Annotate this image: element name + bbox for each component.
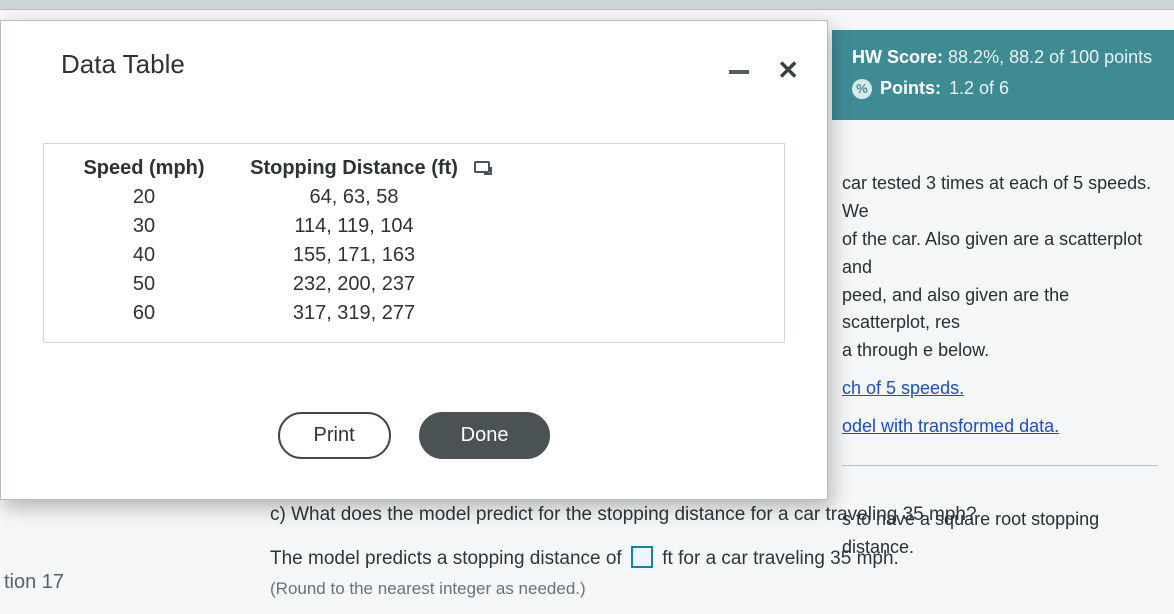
table-row: 30 114, 119, 104 (64, 212, 764, 241)
table-header-row: Speed (mph) Stopping Distance (ft) (64, 154, 764, 183)
question-area: c) What does the model predict for the s… (270, 500, 1164, 602)
cell-distance: 232, 200, 237 (224, 273, 484, 296)
cell-distance: 155, 171, 163 (224, 244, 484, 267)
cell-speed: 30 (64, 215, 224, 238)
table-row: 60 317, 319, 277 (64, 299, 764, 328)
points-value: 1.2 of 6 (949, 75, 1009, 102)
problem-fragment: a through e below. (842, 337, 1158, 365)
table-row: 50 232, 200, 237 (64, 270, 764, 299)
points-label: Points: (880, 75, 941, 102)
points-icon: % (852, 79, 872, 99)
answer-input-blank[interactable] (631, 546, 653, 568)
answer-text-after: ft for a car traveling 35 mph. (662, 548, 899, 569)
divider (842, 465, 1158, 466)
close-button[interactable]: ✕ (777, 55, 799, 86)
problem-fragment: of the car. Also given are a scatterplot… (842, 226, 1158, 282)
score-panel: HW Score: 88.2%, 88.2 of 100 points % Po… (832, 30, 1174, 120)
print-button[interactable]: Print (278, 412, 391, 459)
answer-text-before: The model predicts a stopping distance o… (270, 548, 622, 569)
col-header-distance-text: Stopping Distance (ft) (250, 157, 458, 179)
problem-fragment: car tested 3 times at each of 5 speeds. … (842, 170, 1158, 226)
cell-speed: 20 (64, 186, 224, 209)
done-button[interactable]: Done (419, 412, 551, 459)
cell-speed: 60 (64, 302, 224, 325)
minimize-icon (729, 70, 749, 74)
spacer (842, 365, 1158, 375)
expand-icon[interactable] (474, 161, 490, 173)
col-header-distance: Stopping Distance (ft) (224, 157, 484, 180)
question-part-c: c) What does the model predict for the s… (270, 500, 1164, 530)
modal-window-controls: ✕ (727, 51, 799, 89)
hw-score-line: HW Score: 88.2%, 88.2 of 100 points (852, 44, 1158, 71)
link-transformed-data[interactable]: odel with transformed data. (842, 416, 1059, 436)
answer-hint: (Round to the nearest integer as needed.… (270, 575, 1164, 602)
hw-score-label: HW Score: (852, 47, 943, 67)
link-speeds[interactable]: ch of 5 speeds. (842, 378, 964, 398)
data-table-modal: Data Table ✕ Speed (mph) Stopping Distan… (0, 20, 828, 500)
cell-speed: 50 (64, 273, 224, 296)
table-row: 40 155, 171, 163 (64, 241, 764, 270)
spacer (842, 403, 1158, 413)
spacer (270, 530, 1164, 544)
table-row: 20 64, 63, 58 (64, 183, 764, 212)
minimize-button[interactable] (727, 51, 751, 89)
problem-fragment: peed, and also given are the scatterplot… (842, 282, 1158, 338)
modal-button-row: Print Done (1, 412, 827, 459)
modal-title: Data Table (61, 49, 185, 80)
col-header-speed: Speed (mph) (64, 157, 224, 180)
cell-distance: 317, 319, 277 (224, 302, 484, 325)
app-root: HW Score: 88.2%, 88.2 of 100 points % Po… (0, 0, 1174, 614)
cell-speed: 40 (64, 244, 224, 267)
answer-line: The model predicts a stopping distance o… (270, 544, 1164, 574)
question-nav-item[interactable]: tion 17 (0, 571, 64, 594)
hw-score-value: 88.2%, 88.2 of 100 points (948, 47, 1152, 67)
data-table: Speed (mph) Stopping Distance (ft) 20 64… (43, 143, 785, 343)
points-line: % Points: 1.2 of 6 (852, 75, 1158, 102)
cell-distance: 114, 119, 104 (224, 215, 484, 238)
window-top-strip (0, 0, 1174, 10)
cell-distance: 64, 63, 58 (224, 186, 484, 209)
